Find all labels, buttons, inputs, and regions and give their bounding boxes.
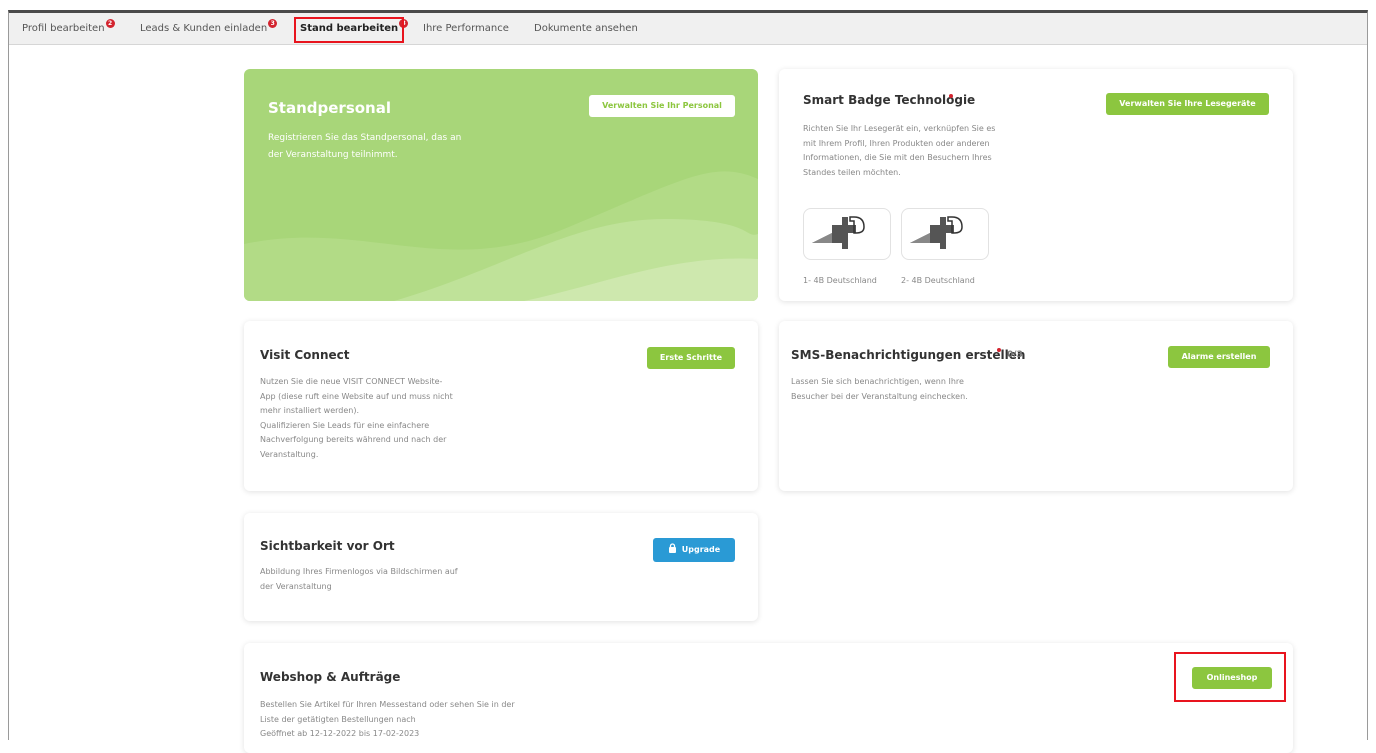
card-description: Bestellen Sie Artikel für Ihren Messesta…: [260, 698, 515, 742]
device-label: 2- 4B Deutschland: [901, 276, 975, 285]
upgrade-button[interactable]: Upgrade: [653, 538, 735, 562]
text-line: Besucher bei der Veranstaltung einchecke…: [791, 391, 968, 401]
card-description: Lassen Sie sich benachrichtigen, wenn Ih…: [791, 375, 968, 404]
tab-ihre-performance[interactable]: Ihre Performance: [423, 13, 509, 44]
tab-label: Leads & Kunden einladen: [140, 23, 268, 34]
text-line: der Veranstaltung: [260, 581, 332, 591]
text-line: mehr installiert werden).: [260, 406, 360, 415]
active-tab-highlight: [294, 17, 404, 43]
text-line: Geöffnet ab 12-12-2022 bis 17-02-2023: [260, 729, 420, 738]
text-line: Veranstaltung.: [260, 449, 319, 459]
text-line: Nachverfolgung bereits während und nach …: [260, 435, 447, 444]
upgrade-label: Upgrade: [681, 545, 721, 554]
sichtbarkeit-card: Sichtbarkeit vor Ort Abbildung Ihres Fir…: [244, 513, 758, 621]
visit-connect-card: Visit Connect Nutzen Sie die neue VISIT …: [244, 321, 758, 491]
sms-counter: 0/3: [1007, 350, 1023, 360]
device-label: 1- 4B Deutschland: [803, 276, 877, 285]
manage-staff-button[interactable]: Verwalten Sie Ihr Personal: [589, 95, 735, 117]
badge-reader-icon: [910, 216, 963, 249]
card-description: Nutzen Sie die neue VISIT CONNECT Websit…: [260, 375, 453, 462]
tab-leads-kunden-einladen[interactable]: Leads & Kunden einladen 3: [140, 13, 278, 44]
card-description-line: der Veranstaltung teilnimmt.: [268, 150, 398, 160]
card-title: Visit Connect: [260, 348, 350, 362]
card-title: Sichtbarkeit vor Ort: [260, 539, 395, 553]
first-steps-button[interactable]: Erste Schritte: [647, 347, 735, 369]
notification-badge: 2: [105, 19, 115, 28]
lock-icon: [668, 543, 676, 553]
tab-dokumente-ansehen[interactable]: Dokumente ansehen: [534, 13, 638, 44]
tab-profil-bearbeiten[interactable]: Profil bearbeiten 2: [22, 13, 115, 44]
card-description-line: Registrieren Sie das Standpersonal, das …: [268, 133, 462, 143]
card-title: Webshop & Aufträge: [260, 670, 401, 684]
text-line: Bestellen Sie Artikel für Ihren Messesta…: [260, 700, 515, 709]
text-line: App (diese ruft eine Website auf und mus…: [260, 391, 453, 401]
required-indicator: [997, 348, 1001, 352]
sms-notifications-card: SMS-Benachrichtigungen erstellen 0/3 Las…: [779, 321, 1293, 491]
card-title: SMS-Benachrichtigungen erstellen: [791, 348, 1026, 362]
webshop-card: Webshop & Aufträge Bestellen Sie Artikel…: [244, 643, 1293, 753]
text-line: mit Ihrem Profil, Ihren Produkten oder a…: [803, 138, 990, 148]
tab-label: Ihre Performance: [423, 23, 509, 34]
notification-badge: 3: [268, 19, 278, 28]
tab-label: Profil bearbeiten: [22, 23, 105, 34]
text-line: Standes teilen möchten.: [803, 167, 901, 177]
badge-reader-icon: [812, 216, 865, 249]
text-line: Nutzen Sie die neue VISIT CONNECT Websit…: [260, 377, 443, 386]
tab-label: Dokumente ansehen: [534, 23, 638, 34]
text-line: Qualifizieren Sie Leads für eine einfach…: [260, 420, 430, 430]
manage-readers-button[interactable]: Verwalten Sie Ihre Lesegeräte: [1106, 93, 1269, 115]
badge-reader-device[interactable]: [901, 208, 989, 260]
smart-badge-card: Smart Badge Technologie Richten Sie Ihr …: [779, 69, 1293, 301]
card-description: Richten Sie Ihr Lesegerät ein, verknüpfe…: [803, 122, 995, 180]
required-indicator: [949, 94, 953, 98]
create-alarms-button[interactable]: Alarme erstellen: [1168, 346, 1270, 368]
text-line: Abbildung Ihres Firmenlogos via Bildschi…: [260, 567, 458, 576]
standpersonal-card: Standpersonal Registrieren Sie das Stand…: [244, 69, 758, 301]
text-line: Lassen Sie sich benachrichtigen, wenn Ih…: [791, 377, 964, 386]
card-title: Standpersonal: [268, 99, 391, 117]
badge-reader-device[interactable]: [803, 208, 891, 260]
onlineshop-highlight: [1174, 652, 1286, 702]
text-line: Informationen, die Sie mit den Besuchern…: [803, 153, 992, 162]
text-line: Liste der getätigten Bestellungen nach: [260, 714, 416, 724]
text-line: Richten Sie Ihr Lesegerät ein, verknüpfe…: [803, 124, 996, 133]
card-description: Abbildung Ihres Firmenlogos via Bildschi…: [260, 565, 458, 594]
